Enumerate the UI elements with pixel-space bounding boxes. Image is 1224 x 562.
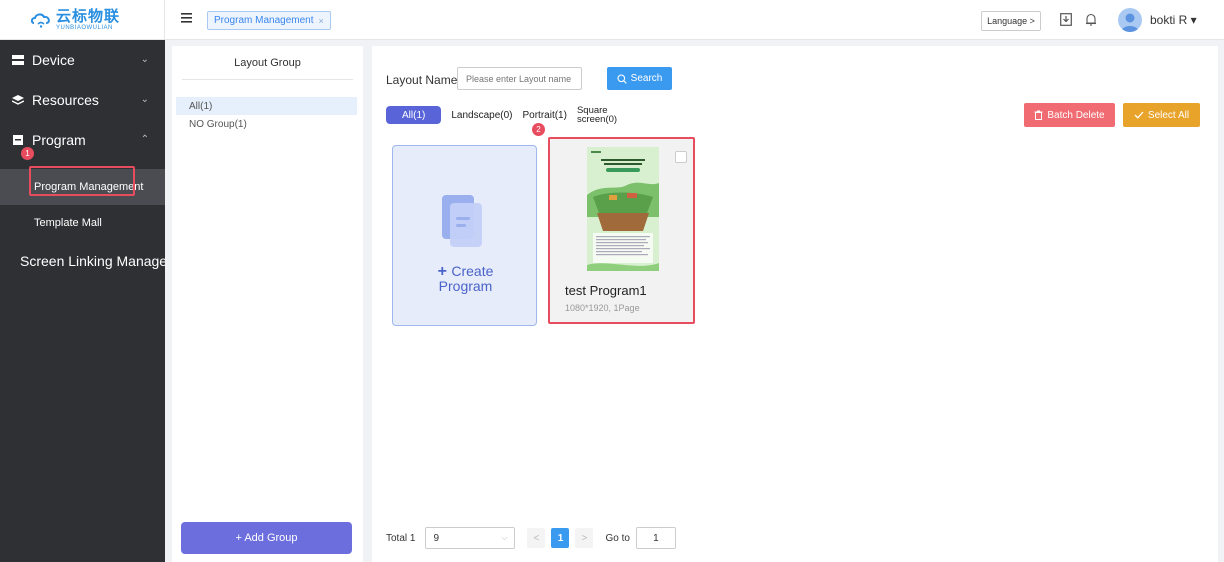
sidebar: 云标物联 YUNBIAOWULIAN Device ⌄ Resources ⌄ … [0, 0, 165, 562]
brand-name-cn: 云标物联 [56, 7, 121, 25]
layout-name-label: Layout Name [386, 73, 458, 87]
sidebar-item-label: Resources [32, 92, 99, 108]
prev-page-button[interactable]: < [527, 528, 546, 548]
tab-program-management[interactable]: Program Management × [207, 11, 331, 30]
tab-label: Program Management [214, 15, 314, 26]
program-thumbnail [587, 147, 659, 271]
sidebar-item-screen-linking[interactable]: Screen Linking Management [0, 241, 165, 281]
batch-delete-label: Batch Delete [1047, 109, 1105, 121]
search-button[interactable]: Search [607, 67, 672, 90]
program-list-panel: Layout Name Search All(1) Landscape(0) P… [372, 46, 1218, 562]
document-icon [442, 195, 482, 247]
page-button-1[interactable]: 1 [551, 528, 570, 548]
check-icon [1134, 111, 1144, 119]
close-icon[interactable]: × [319, 16, 324, 26]
create-label-line2: Program [438, 278, 493, 294]
chevron-down-icon: ⌵ [501, 533, 508, 542]
filter-portrait[interactable]: Portrait(1) [523, 110, 567, 121]
search-icon [617, 73, 627, 84]
highlight-box [29, 166, 135, 196]
batch-delete-button[interactable]: Batch Delete [1024, 103, 1115, 127]
layout-group-panel: Layout Group All(1) NO Group(1) + Add Gr… [172, 46, 363, 562]
chevron-down-icon: ⌄ [140, 54, 149, 65]
poster-image [587, 147, 659, 271]
user-menu[interactable]: bokti R ▾ [1150, 13, 1197, 27]
page-size-select[interactable]: 9 ⌵ [425, 527, 516, 549]
filter-all[interactable]: All(1) [386, 106, 442, 124]
sidebar-subitem-label: Template Mall [34, 217, 102, 229]
group-panel-title: Layout Group [182, 46, 353, 80]
pagination-total: Total 1 [386, 532, 416, 544]
group-item-no-group[interactable]: NO Group(1) [176, 115, 357, 133]
bell-icon[interactable] [1085, 13, 1097, 26]
program-meta: 1080*1920, 1Page [565, 303, 640, 313]
page-size-value: 9 [433, 532, 440, 544]
user-icon [1121, 13, 1139, 32]
trash-icon [1034, 110, 1043, 120]
sidebar-item-label: Screen Linking Management [20, 253, 165, 269]
server-icon [12, 55, 24, 65]
sidebar-item-label: Program [32, 132, 86, 148]
create-label-line1: Create [451, 263, 494, 279]
filter-landscape[interactable]: Landscape(0) [451, 110, 512, 121]
menu-icon[interactable] [181, 13, 192, 23]
sidebar-item-device[interactable]: Device ⌄ [0, 40, 165, 80]
program-card[interactable]: test Program1 1080*1920, 1Page [548, 137, 695, 324]
sidebar-subitem-template-mall[interactable]: Template Mall [0, 205, 165, 241]
avatar[interactable] [1118, 8, 1142, 32]
filter-square-screen[interactable]: Square screen(0) [576, 106, 618, 125]
group-item-all[interactable]: All(1) [176, 97, 357, 115]
program-icon [13, 135, 23, 145]
program-name: test Program1 [565, 283, 647, 298]
next-page-button[interactable]: > [575, 528, 594, 548]
pagination: Total 1 9 ⌵ < 1 > Go to 1 [386, 527, 676, 549]
goto-label: Go to [605, 532, 630, 544]
goto-page-input[interactable]: 1 [635, 527, 676, 549]
chevron-down-icon: ⌄ [140, 94, 149, 105]
language-button[interactable]: Language > [981, 11, 1041, 31]
add-group-button[interactable]: + Add Group [181, 522, 352, 554]
search-button-label: Search [630, 73, 663, 84]
orientation-filters: All(1) Landscape(0) Portrait(1) Square s… [386, 106, 617, 124]
select-checkbox[interactable] [675, 151, 687, 163]
create-program-label: + Create Program [393, 263, 538, 294]
layers-icon [12, 95, 24, 105]
brand-text: 云标物联 YUNBIAOWULIAN [56, 9, 120, 31]
top-header: Program Management × Language > bokti R … [165, 0, 1224, 40]
cloud-wifi-icon [30, 13, 50, 28]
layout-name-input[interactable] [457, 67, 582, 90]
sidebar-item-label: Device [32, 52, 75, 68]
download-icon[interactable] [1060, 13, 1072, 26]
create-program-card[interactable]: + Create Program [392, 145, 537, 326]
chevron-up-icon: ⌃ [140, 134, 149, 145]
brand-logo[interactable]: 云标物联 YUNBIAOWULIAN [0, 0, 165, 40]
filter-label-line2: screen(0) [576, 114, 618, 125]
step-badge-2: 2 [532, 123, 545, 136]
select-all-button[interactable]: Select All [1123, 103, 1200, 127]
brand-name-en: YUNBIAOWULIAN [56, 24, 113, 31]
select-all-label: Select All [1147, 109, 1190, 121]
step-badge-1: 1 [21, 147, 34, 160]
sidebar-item-resources[interactable]: Resources ⌄ [0, 80, 165, 120]
